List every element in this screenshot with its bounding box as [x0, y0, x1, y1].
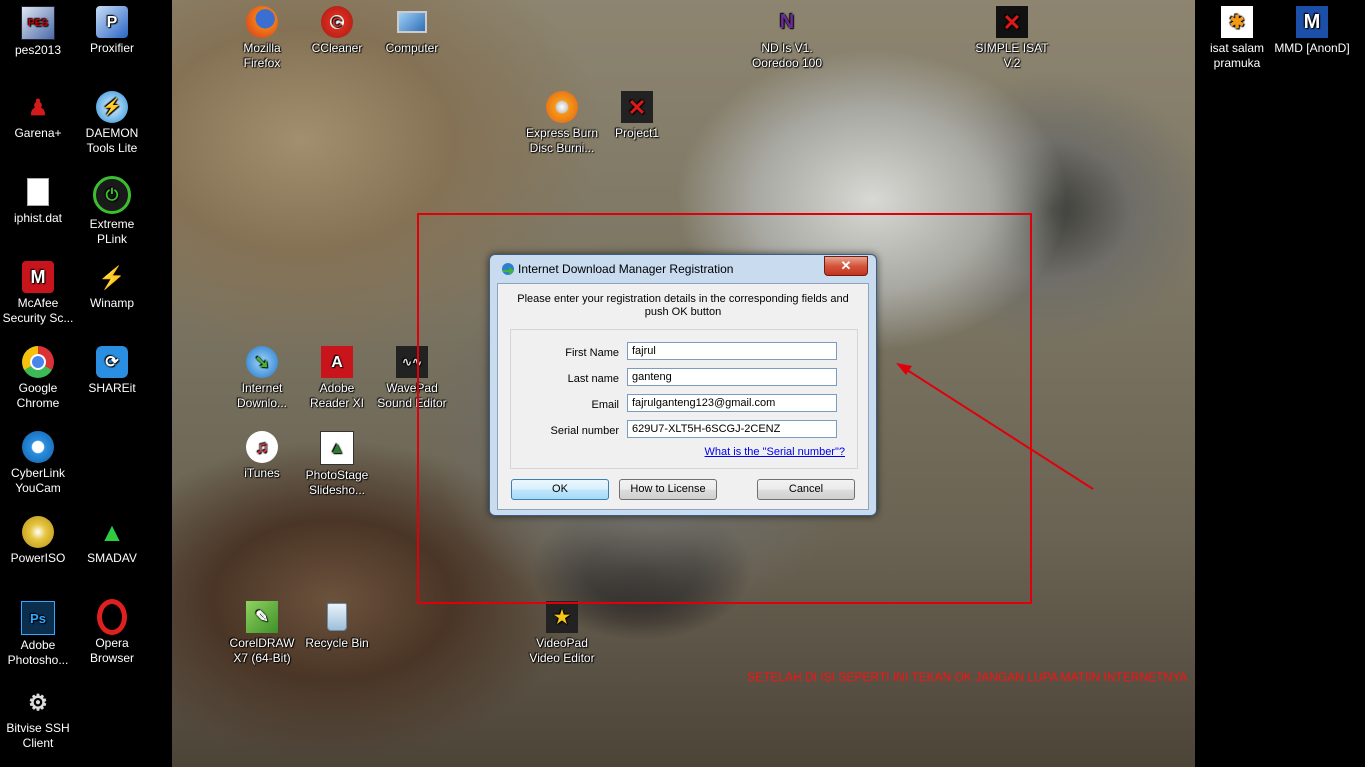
how-to-license-button[interactable]: How to License [619, 479, 717, 500]
first-name-input[interactable] [627, 342, 837, 360]
last-name-label: Last name [567, 373, 619, 385]
email-label: Email [591, 399, 619, 411]
serial-number-label: Serial number [550, 425, 619, 437]
serial-help-link[interactable]: What is the "Serial number"? [705, 446, 845, 458]
instructions-text: Please enter your registration details i… [517, 293, 849, 318]
last-name-input[interactable] [627, 368, 837, 386]
dialog-body: Please enter your registration details i… [497, 283, 869, 510]
email-input[interactable] [627, 394, 837, 412]
close-button[interactable]: ✕ [824, 256, 868, 276]
registration-dialog: Internet Download Manager Registration ✕… [489, 254, 877, 516]
cancel-button[interactable]: Cancel [757, 479, 855, 500]
serial-number-input[interactable] [627, 420, 837, 438]
first-name-label: First Name [565, 347, 619, 359]
dialog-titlebar[interactable]: Internet Download Manager Registration ✕ [490, 255, 876, 283]
registration-form: First Name Last name Email Serial number… [510, 329, 858, 469]
idm-icon [502, 263, 514, 275]
dialog-title: Internet Download Manager Registration [518, 262, 734, 276]
annotation-text: SETELAH DI ISI SEPERTI INI TEKAN OK JANG… [747, 670, 1188, 684]
ok-button[interactable]: OK [511, 479, 609, 500]
